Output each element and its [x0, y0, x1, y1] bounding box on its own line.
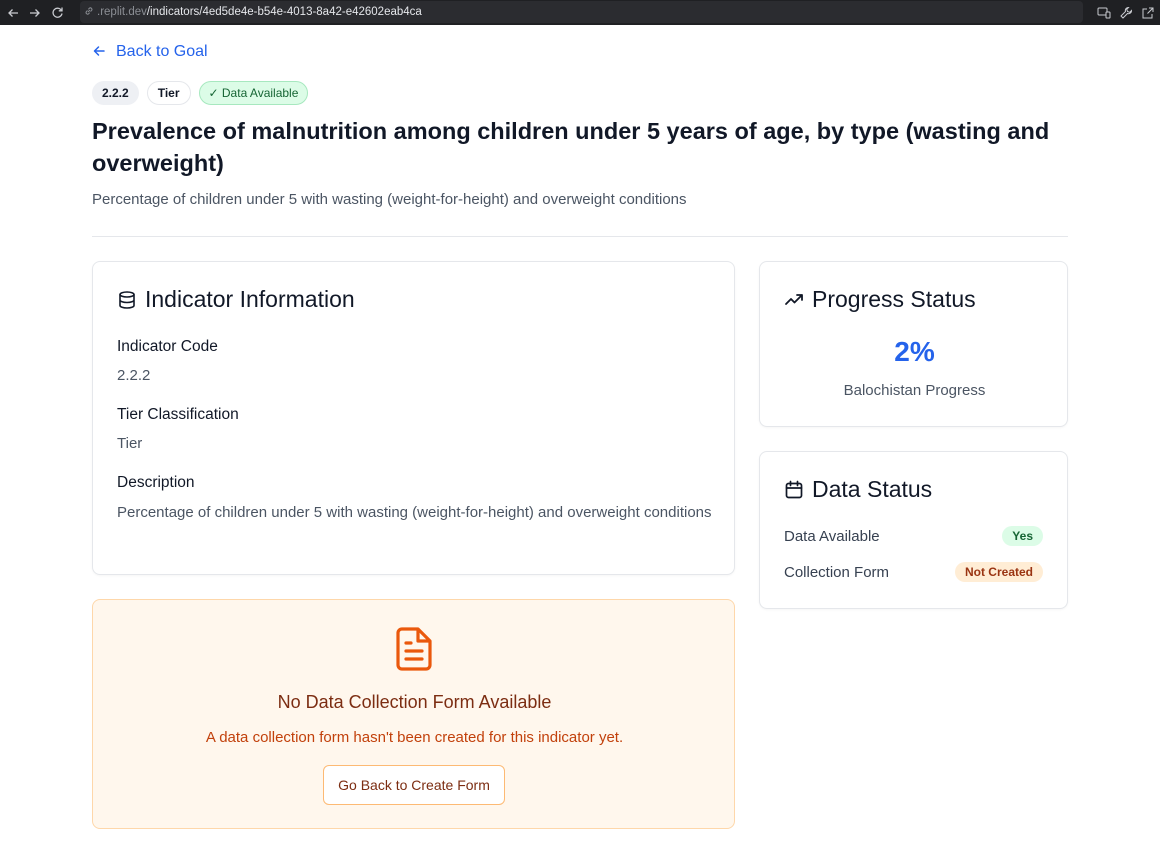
data-available-badge: ✓ Data Available: [198, 81, 309, 105]
no-form-description: A data collection form hasn't been creat…: [205, 729, 624, 746]
tier-classification-value: Tier: [117, 435, 143, 452]
back-to-goal-link[interactable]: Back to Goal: [92, 43, 208, 61]
calendar-icon: [785, 480, 803, 498]
progress-status-card: Progress Status 2% Balochistan Progress: [759, 261, 1068, 427]
trending-up-icon: [785, 293, 803, 305]
go-back-to-create-form-button[interactable]: Go Back to Create Form: [323, 765, 505, 805]
code-badge: 2.2.2: [92, 81, 139, 105]
url-path: /indicators/4ed5de4e-b54e-4013-8a42-e426…: [146, 6, 422, 18]
collection-form-row: Collection Form Not Created: [784, 562, 1043, 582]
tier-badge: Tier: [146, 81, 191, 105]
progress-status-heading: Progress Status: [784, 286, 976, 313]
no-form-notice: No Data Collection Form Available A data…: [92, 599, 735, 829]
url-host: .replit.dev: [97, 6, 147, 18]
indicator-code-label: Indicator Code: [117, 338, 218, 355]
page-subtitle: Percentage of children under 5 with wast…: [92, 191, 687, 208]
data-status-title: Data Status: [812, 476, 933, 502]
data-available-label: Data Available: [784, 527, 880, 545]
database-icon: [119, 290, 135, 309]
wrench-icon[interactable]: [1118, 5, 1134, 21]
no-form-title: No Data Collection Form Available: [277, 692, 552, 712]
page-title: Prevalence of malnutrition among childre…: [92, 118, 1050, 176]
indicator-code-value: 2.2.2: [117, 367, 151, 384]
data-available-row: Data Available Yes: [784, 526, 1043, 546]
description-label: Description: [117, 474, 195, 491]
collection-form-label: Collection Form: [784, 563, 890, 581]
address-bar[interactable]: .replit.dev/indicators/4ed5de4e-b54e-401…: [80, 1, 1083, 23]
progress-value: 2%: [894, 336, 935, 367]
data-status-card: Data Status Data Available Yes Collectio…: [759, 451, 1068, 609]
devices-icon[interactable]: [1096, 5, 1112, 21]
browser-forward-icon[interactable]: [24, 0, 46, 25]
link-icon: [84, 6, 94, 19]
description-value: Percentage of children under 5 with wast…: [117, 504, 712, 521]
data-available-status-badge: Yes: [1002, 526, 1043, 546]
browser-actions: [1096, 0, 1156, 25]
external-link-icon[interactable]: [1140, 5, 1156, 21]
back-link-label: Back to Goal: [116, 43, 208, 60]
indicator-badges: 2.2.2 Tier ✓ Data Available: [92, 81, 309, 105]
indicator-information-title: Indicator Information: [145, 286, 355, 312]
tier-classification-label: Tier Classification: [117, 406, 239, 423]
browser-toolbar: .replit.dev/indicators/4ed5de4e-b54e-401…: [0, 0, 1160, 25]
file-text-icon: [396, 627, 432, 671]
indicator-information-card: Indicator Information Indicator Code 2.2…: [92, 261, 735, 575]
indicator-information-heading: Indicator Information: [117, 286, 355, 313]
data-status-heading: Data Status: [784, 476, 932, 503]
divider: [92, 236, 1068, 237]
browser-reload-icon[interactable]: [46, 0, 68, 25]
progress-status-title: Progress Status: [812, 286, 976, 312]
browser-back-icon[interactable]: [2, 0, 24, 25]
collection-form-status-badge: Not Created: [954, 562, 1043, 582]
progress-label: Balochistan Progress: [843, 382, 986, 399]
arrow-left-icon: [92, 44, 108, 60]
